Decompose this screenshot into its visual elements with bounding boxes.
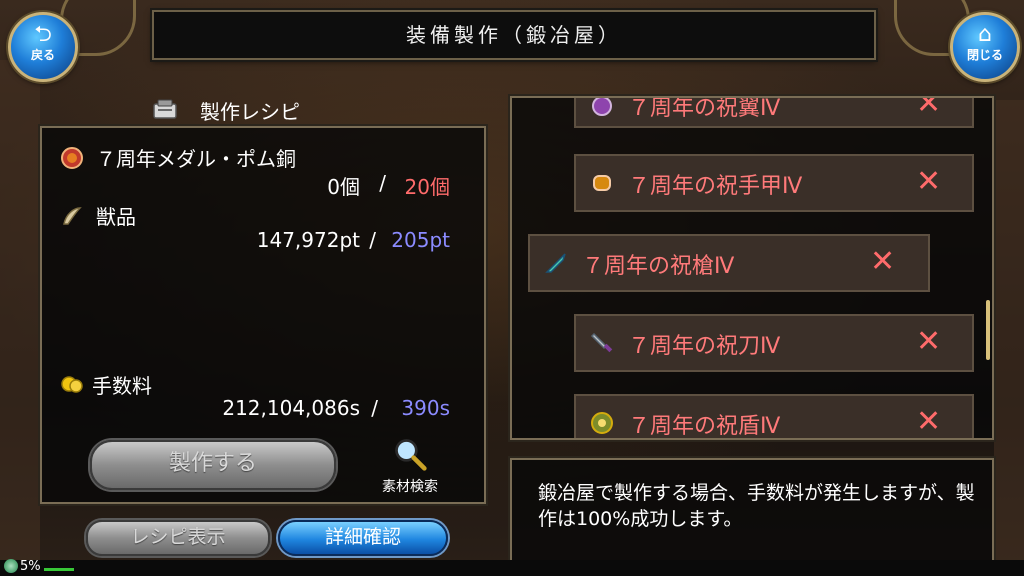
craft-button[interactable]: 製作する <box>90 440 336 490</box>
fee-separator: / <box>371 396 378 420</box>
claw-icon <box>63 207 82 225</box>
material-owned: 0個 <box>327 175 360 199</box>
recipe-display-button[interactable]: レシピ表示 <box>86 520 270 556</box>
material-search-label: 素材検索 <box>382 479 438 495</box>
progress-percent: 5% <box>20 559 41 574</box>
fee-label: 手数料 <box>92 374 152 398</box>
list-item[interactable]: ７周年の祝手甲Ⅳ ✕ <box>574 154 974 212</box>
item-name: ７周年の祝手甲Ⅳ <box>628 174 803 199</box>
material-required: 205pt <box>391 228 450 252</box>
message-panel: 鍛冶屋で製作する場合、手数料が発生しますが、製作は100%成功します。 <box>510 458 994 562</box>
medal-icon <box>61 147 83 169</box>
page-title: 装備製作（鍛冶屋） <box>406 23 622 47</box>
status-bar <box>0 560 1024 576</box>
material-owned: 147,972pt <box>256 228 360 252</box>
cancel-icon[interactable]: ✕ <box>916 404 941 438</box>
material-name: 獣品 <box>96 205 136 229</box>
message-text: 鍛冶屋で製作する場合、手数料が発生しますが、製作は100%成功します。 <box>538 482 975 530</box>
cancel-icon[interactable]: ✕ <box>916 324 941 359</box>
recipe-scroll-icon <box>153 99 177 119</box>
details-label: 詳細確認 <box>324 526 401 548</box>
material-name: ７周年メダル・ポム銅 <box>96 147 296 171</box>
background-wall <box>0 60 40 560</box>
close-button[interactable]: ⌂ 閉じる <box>950 12 1020 82</box>
shield-icon <box>591 412 613 434</box>
header-bar: 装備製作（鍛冶屋） <box>152 10 876 60</box>
craft-button-label: 製作する <box>168 451 257 476</box>
item-name: ７周年の祝刀Ⅳ <box>628 334 781 359</box>
recipe-display-label: レシピ表示 <box>130 526 226 548</box>
return-arrow-icon: ⮌ <box>34 22 52 47</box>
wing-icon <box>592 98 612 116</box>
item-name: ７周年の祝翼Ⅳ <box>628 96 781 121</box>
fee-required: 390s <box>401 396 450 420</box>
list-scrollbar[interactable] <box>986 300 990 360</box>
item-name: ７周年の祝盾Ⅳ <box>628 414 781 439</box>
fee-owned: 212,104,086s <box>222 396 360 420</box>
list-item[interactable]: ７周年の祝翼Ⅳ ✕ <box>574 96 974 128</box>
details-button[interactable]: 詳細確認 <box>278 520 448 556</box>
cancel-icon[interactable]: ✕ <box>916 164 941 199</box>
home-icon: ⌂ <box>978 22 992 47</box>
back-button[interactable]: ⮌ 戻る <box>8 12 78 82</box>
back-button-label: 戻る <box>30 48 55 62</box>
list-item[interactable]: ７周年の祝刀Ⅳ ✕ <box>574 314 974 372</box>
gauntlet-icon <box>593 175 611 191</box>
progress-bar-fill <box>44 568 74 571</box>
coins-icon <box>61 376 83 393</box>
recipe-title: 製作レシピ <box>200 100 300 124</box>
material-required: 20個 <box>404 175 450 199</box>
spear-icon <box>545 253 566 273</box>
item-name: ７周年の祝槍Ⅳ <box>582 254 735 279</box>
background-wall-right <box>994 100 1024 560</box>
item-list-panel: ７周年の祝翼Ⅳ ✕ ７周年の祝手甲Ⅳ ✕ ７周年の祝槍Ⅳ ✕ ７周年の祝刀Ⅳ ✕… <box>510 96 994 440</box>
material-search-button[interactable]: 素材検索 <box>368 436 452 498</box>
sword-icon <box>590 332 613 353</box>
status-orb-icon <box>4 559 18 573</box>
list-item-selected[interactable]: ７周年の祝槍Ⅳ ✕ <box>528 234 930 292</box>
recipe-header: 製作レシピ <box>40 92 486 128</box>
cancel-icon[interactable]: ✕ <box>916 98 941 121</box>
material-separator: / <box>379 171 386 195</box>
list-item[interactable]: ７周年の祝盾Ⅳ ✕ <box>574 394 974 439</box>
cancel-icon[interactable]: ✕ <box>870 244 895 279</box>
magnifier-icon <box>395 439 427 471</box>
close-button-label: 閉じる <box>966 48 1003 62</box>
